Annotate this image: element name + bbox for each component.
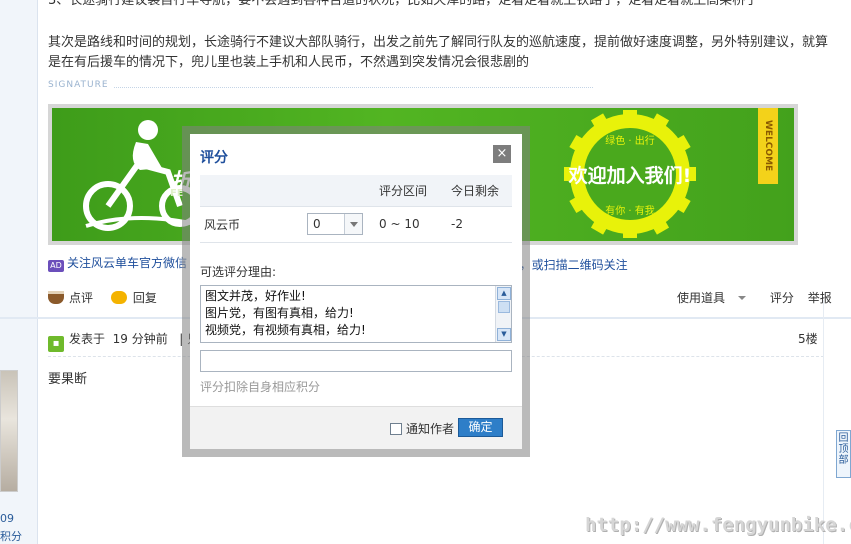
scroll-down-icon[interactable]: ▼	[497, 328, 511, 341]
floor-number[interactable]: 5楼	[798, 330, 818, 347]
ad-link[interactable]: AD 关注风云单车官方微信	[48, 254, 187, 272]
left-user-column: 09 积分	[0, 0, 38, 544]
post-tools: 使用道具 评分 举报	[677, 289, 842, 306]
back-to-top-button[interactable]: 回顶部	[836, 430, 851, 478]
gear-badge-icon: 绿色 · 出行 欢迎加入我们! 有你 · 有我	[564, 110, 696, 238]
post-text-line: 3、长途骑行建议装自行车导航，要不会遇到各种否道的状况，比如天津的路，走着走着就…	[48, 0, 759, 8]
reply-button[interactable]: 回复	[110, 289, 157, 306]
close-icon[interactable]: ×	[493, 145, 511, 163]
user-stat-label: 积分	[0, 530, 22, 543]
chevron-down-icon	[738, 296, 747, 300]
reason-label: 可选评分理由:	[200, 265, 277, 279]
badge-bottom-text: 有你 · 有我	[605, 204, 655, 217]
table-row: 风云币 0 0 ~ 10 -2	[200, 206, 512, 243]
content-edge	[823, 300, 824, 544]
watermark: http://www.fengyunbike.com	[585, 514, 851, 536]
ad-badge-icon: AD	[48, 260, 64, 272]
notify-author-checkbox[interactable]: 通知作者	[390, 420, 454, 437]
scrollbar[interactable]: ▲ ▼	[495, 286, 511, 342]
col-header-range: 评分区间	[378, 175, 450, 207]
use-tools-button[interactable]: 使用道具	[677, 291, 756, 305]
score-select[interactable]: 0	[307, 213, 363, 235]
badge-main-text: 欢迎加入我们!	[568, 164, 692, 187]
scroll-up-icon[interactable]: ▲	[497, 287, 511, 300]
ad-text-left: 关注风云单车官方微信	[67, 256, 188, 270]
report-button[interactable]: 举报	[808, 291, 832, 305]
chevron-down-icon	[344, 214, 362, 234]
welcome-ribbon: WELCOME	[758, 108, 778, 184]
post-body: 要果断	[48, 372, 88, 387]
post-time: 19 分钟前	[112, 332, 168, 346]
dialog-footer: 通知作者 确定	[190, 406, 522, 449]
reason-listbox[interactable]: 图文并茂，好作业! 图片党，有图有真相，给力! 视频党，有视频有真相，给力! ▲…	[200, 285, 512, 343]
scroll-thumb[interactable]	[498, 301, 510, 313]
col-header-select	[306, 175, 378, 207]
confirm-button[interactable]: 确定	[458, 418, 503, 437]
post-meta: ▪发表于 19 分钟前 | 只	[48, 330, 199, 352]
col-header-name	[200, 175, 306, 207]
list-item[interactable]: 图片党，有图有真相，给力!	[205, 305, 491, 322]
post-actions: 点评 回复	[48, 289, 171, 306]
rate-comment-button[interactable]: 点评	[48, 289, 93, 306]
avatar[interactable]	[0, 370, 18, 492]
post-paragraph: 其次是路线和时间的规划，长途骑行不建议大部队骑行，出发之前先了解同行队友的巡航速…	[48, 35, 829, 70]
today-remaining: -2	[450, 206, 512, 243]
score-range: 0 ~ 10	[378, 206, 450, 243]
currency-label: 风云币	[200, 206, 306, 243]
rating-table: 评分区间 今日剩余 风云币 0 0 ~ 10 -2	[200, 175, 512, 243]
coffee-icon	[48, 291, 64, 304]
list-item[interactable]: 视频党，有视频有真相，给力!	[205, 322, 491, 339]
user-stat-number: 09	[0, 512, 14, 525]
rating-dialog: 评分 × 评分区间 今日剩余 风云币 0 0 ~ 10 -2 可选评分理由: 图…	[190, 134, 522, 449]
list-item[interactable]: 图文并茂，好作业!	[205, 288, 491, 305]
online-user-icon: ▪	[48, 336, 64, 352]
score-select-value: 0	[313, 217, 321, 231]
checkbox-icon[interactable]	[390, 423, 402, 435]
deduct-hint: 评分扣除自身相应积分	[200, 380, 321, 394]
reason-input[interactable]	[200, 350, 512, 372]
col-header-remaining: 今日剩余	[450, 175, 512, 207]
badge-top-text: 绿色 · 出行	[605, 134, 655, 147]
score-button[interactable]: 评分	[770, 291, 794, 305]
dialog-title: 评分	[200, 150, 228, 166]
rating-dialog-overlay: 评分 × 评分区间 今日剩余 风云币 0 0 ~ 10 -2 可选评分理由: 图…	[182, 126, 530, 457]
signature-label: SIGNATURE	[48, 80, 593, 94]
speech-bubble-icon	[110, 291, 127, 304]
